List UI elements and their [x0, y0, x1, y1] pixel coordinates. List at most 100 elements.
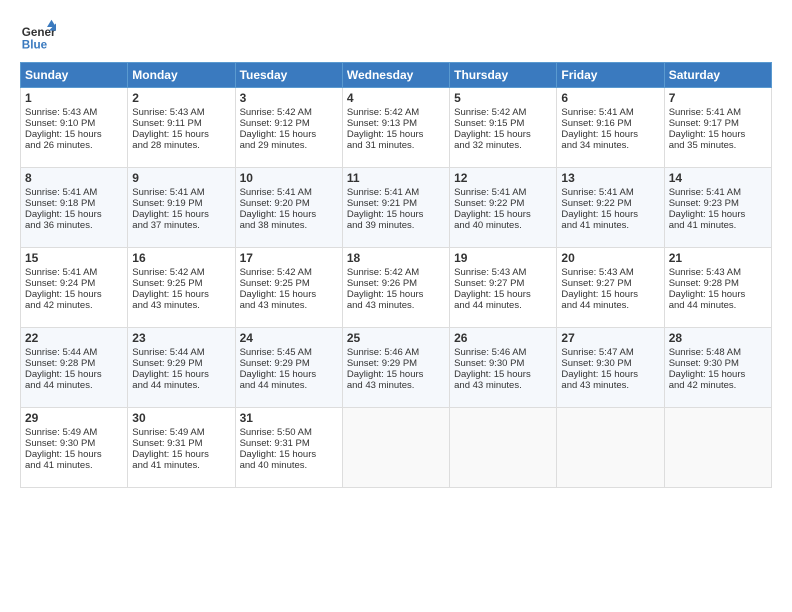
- cell-text: Sunrise: 5:43 AM: [454, 267, 552, 278]
- cell-text: Sunset: 9:29 PM: [132, 358, 230, 369]
- cell-text: and 28 minutes.: [132, 140, 230, 151]
- cell-text: Sunrise: 5:49 AM: [132, 427, 230, 438]
- day-number: 17: [240, 251, 338, 265]
- cell-text: and 44 minutes.: [454, 300, 552, 311]
- day-number: 3: [240, 91, 338, 105]
- weekday-sunday: Sunday: [21, 63, 128, 88]
- cell-text: Sunset: 9:28 PM: [669, 278, 767, 289]
- cell-text: Daylight: 15 hours: [561, 369, 659, 380]
- day-number: 9: [132, 171, 230, 185]
- cell-text: Sunset: 9:27 PM: [454, 278, 552, 289]
- cell-text: Daylight: 15 hours: [669, 129, 767, 140]
- calendar-cell: 14Sunrise: 5:41 AMSunset: 9:23 PMDayligh…: [664, 168, 771, 248]
- calendar-cell: 7Sunrise: 5:41 AMSunset: 9:17 PMDaylight…: [664, 88, 771, 168]
- cell-text: and 44 minutes.: [240, 380, 338, 391]
- cell-text: Sunrise: 5:46 AM: [347, 347, 445, 358]
- cell-text: and 41 minutes.: [25, 460, 123, 471]
- cell-text: and 36 minutes.: [25, 220, 123, 231]
- day-number: 6: [561, 91, 659, 105]
- calendar-cell: [664, 408, 771, 488]
- day-number: 21: [669, 251, 767, 265]
- cell-text: Daylight: 15 hours: [561, 129, 659, 140]
- cell-text: Sunrise: 5:49 AM: [25, 427, 123, 438]
- cell-text: Sunset: 9:31 PM: [132, 438, 230, 449]
- calendar-cell: 8Sunrise: 5:41 AMSunset: 9:18 PMDaylight…: [21, 168, 128, 248]
- cell-text: and 37 minutes.: [132, 220, 230, 231]
- calendar-cell: 19 Sunrise: 5:43 AMSunset: 9:27 PMDayligh…: [450, 248, 557, 328]
- cell-text: Sunset: 9:22 PM: [454, 198, 552, 209]
- cell-text: Sunset: 9:30 PM: [25, 438, 123, 449]
- calendar-cell: 15Sunrise: 5:41 AMSunset: 9:24 PMDayligh…: [21, 248, 128, 328]
- cell-text: Daylight: 15 hours: [669, 289, 767, 300]
- cell-text: Sunset: 9:23 PM: [669, 198, 767, 209]
- cell-text: Sunrise: 5:42 AM: [132, 267, 230, 278]
- calendar-cell: 29Sunrise: 5:49 AMSunset: 9:30 PMDayligh…: [21, 408, 128, 488]
- cell-text: Sunset: 9:17 PM: [669, 118, 767, 129]
- cell-text: Sunrise: 5:41 AM: [25, 267, 123, 278]
- cell-text: Sunset: 9:19 PM: [132, 198, 230, 209]
- cell-text: Daylight: 15 hours: [240, 129, 338, 140]
- calendar-cell: 10Sunrise: 5:41 AMSunset: 9:20 PMDayligh…: [235, 168, 342, 248]
- cell-text: Sunrise: 5:42 AM: [240, 107, 338, 118]
- day-number: 28: [669, 331, 767, 345]
- cell-text: and 43 minutes.: [347, 300, 445, 311]
- cell-text: Sunrise: 5:45 AM: [240, 347, 338, 358]
- cell-text: Sunset: 9:26 PM: [347, 278, 445, 289]
- cell-text: Sunrise: 5:41 AM: [454, 187, 552, 198]
- cell-text: Sunrise: 5:41 AM: [240, 187, 338, 198]
- cell-text: Daylight: 15 hours: [454, 289, 552, 300]
- calendar-cell: 28Sunrise: 5:48 AMSunset: 9:30 PMDayligh…: [664, 328, 771, 408]
- calendar-cell: [342, 408, 449, 488]
- calendar-cell: 12Sunrise: 5:41 AMSunset: 9:22 PMDayligh…: [450, 168, 557, 248]
- week-row-3: 15Sunrise: 5:41 AMSunset: 9:24 PMDayligh…: [21, 248, 772, 328]
- cell-text: Daylight: 15 hours: [347, 129, 445, 140]
- cell-text: Sunset: 9:29 PM: [240, 358, 338, 369]
- cell-text: and 40 minutes.: [240, 460, 338, 471]
- cell-text: and 44 minutes.: [132, 380, 230, 391]
- calendar-cell: 23Sunrise: 5:44 AMSunset: 9:29 PMDayligh…: [128, 328, 235, 408]
- calendar-cell: 2Sunrise: 5:43 AMSunset: 9:11 PMDaylight…: [128, 88, 235, 168]
- svg-text:General: General: [22, 26, 56, 39]
- calendar-cell: 26Sunrise: 5:46 AMSunset: 9:30 PMDayligh…: [450, 328, 557, 408]
- day-number: 13: [561, 171, 659, 185]
- calendar-cell: [557, 408, 664, 488]
- day-number: 25: [347, 331, 445, 345]
- cell-text: and 41 minutes.: [669, 220, 767, 231]
- cell-text: and 34 minutes.: [561, 140, 659, 151]
- logo: General Blue: [20, 18, 56, 54]
- cell-text: Daylight: 15 hours: [132, 369, 230, 380]
- day-number: 19: [454, 251, 552, 265]
- day-number: 8: [25, 171, 123, 185]
- cell-text: Daylight: 15 hours: [25, 449, 123, 460]
- cell-text: and 39 minutes.: [347, 220, 445, 231]
- cell-text: Daylight: 15 hours: [25, 209, 123, 220]
- cell-text: Sunset: 9:24 PM: [25, 278, 123, 289]
- day-number: 14: [669, 171, 767, 185]
- cell-text: Sunset: 9:30 PM: [669, 358, 767, 369]
- cell-text: Daylight: 15 hours: [132, 129, 230, 140]
- weekday-saturday: Saturday: [664, 63, 771, 88]
- cell-text: Sunrise: 5:46 AM: [454, 347, 552, 358]
- cell-text: Daylight: 15 hours: [240, 449, 338, 460]
- cell-text: Sunset: 9:11 PM: [132, 118, 230, 129]
- cell-text: Sunset: 9:22 PM: [561, 198, 659, 209]
- cell-text: Daylight: 15 hours: [240, 209, 338, 220]
- header: General Blue: [20, 18, 772, 54]
- weekday-wednesday: Wednesday: [342, 63, 449, 88]
- cell-text: Sunset: 9:29 PM: [347, 358, 445, 369]
- day-number: 2: [132, 91, 230, 105]
- day-number: 5: [454, 91, 552, 105]
- day-number: 16: [132, 251, 230, 265]
- weekday-monday: Monday: [128, 63, 235, 88]
- calendar-cell: 11Sunrise: 5:41 AMSunset: 9:21 PMDayligh…: [342, 168, 449, 248]
- cell-text: Daylight: 15 hours: [669, 209, 767, 220]
- cell-text: and 43 minutes.: [240, 300, 338, 311]
- cell-text: Daylight: 15 hours: [25, 129, 123, 140]
- calendar-cell: 20Sunrise: 5:43 AMSunset: 9:27 PMDayligh…: [557, 248, 664, 328]
- logo-icon: General Blue: [20, 18, 56, 54]
- weekday-header-row: SundayMondayTuesdayWednesdayThursdayFrid…: [21, 63, 772, 88]
- cell-text: Sunset: 9:25 PM: [240, 278, 338, 289]
- calendar-cell: 17Sunrise: 5:42 AMSunset: 9:25 PMDayligh…: [235, 248, 342, 328]
- cell-text: and 43 minutes.: [561, 380, 659, 391]
- calendar-cell: 6Sunrise: 5:41 AMSunset: 9:16 PMDaylight…: [557, 88, 664, 168]
